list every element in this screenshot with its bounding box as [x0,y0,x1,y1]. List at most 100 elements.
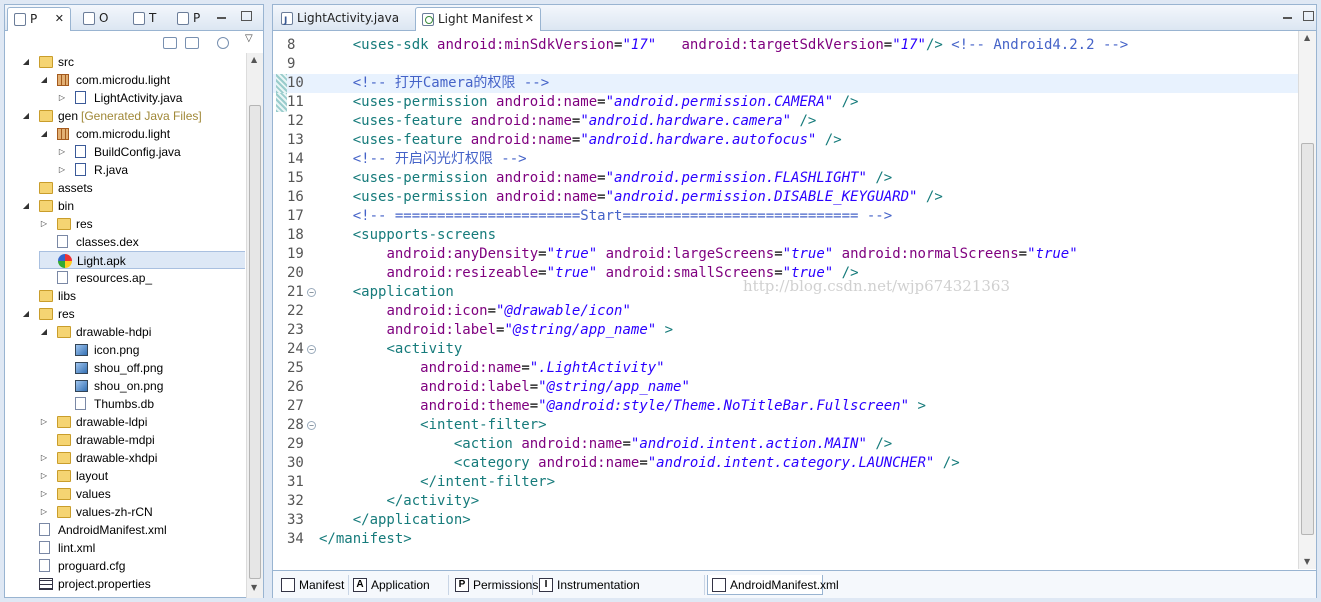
tree-item[interactable]: ▷ layout [39,467,245,485]
expanded-arrow-icon[interactable]: ◢ [21,53,31,71]
expanded-arrow-icon[interactable]: ◢ [39,71,49,89]
collapse-all-icon[interactable] [163,37,177,49]
expanded-arrow-icon[interactable]: ◢ [21,305,31,323]
tree-item[interactable]: ▷ BuildConfig.java [57,143,245,161]
code-line[interactable]: 15 <uses-permission android:name="androi… [273,169,1298,188]
collapsed-arrow-icon[interactable]: ▷ [39,413,49,431]
minimize-icon[interactable] [217,16,226,19]
tree-item[interactable]: Light.apk [39,251,245,269]
tab-package-explorer[interactable]: P ✕ [7,7,71,31]
code-line[interactable]: 33 </application> [273,511,1298,530]
tab-outline[interactable]: O [77,7,119,31]
code-line[interactable]: 24− <activity [273,340,1298,359]
code-line[interactable]: 12 <uses-feature android:name="android.h… [273,112,1298,131]
expanded-arrow-icon[interactable]: ◢ [39,323,49,341]
tab-type-hierarchy[interactable]: T [127,7,169,31]
tree-item[interactable]: libs [21,287,241,305]
tree-item[interactable]: ▷ res [39,215,245,233]
code-line[interactable]: 28− <intent-filter> [273,416,1298,435]
code-line[interactable]: 31 </intent-filter> [273,473,1298,492]
code-line[interactable]: 17 <!-- ======================Start=====… [273,207,1298,226]
code-line[interactable]: 23 android:label="@string/app_name" > [273,321,1298,340]
collapsed-arrow-icon[interactable]: ▷ [57,143,67,161]
tree-item[interactable]: icon.png [57,341,245,359]
tree-item[interactable]: ◢ com.microdu.light [39,71,245,89]
scroll-down-icon[interactable]: ▼ [251,583,257,592]
tree-item[interactable]: proguard.cfg [21,557,241,575]
code-line[interactable]: 18 <supports-screens [273,226,1298,245]
focus-icon[interactable] [217,37,229,49]
tree-item[interactable]: ▷ drawable-xhdpi [39,449,245,467]
minimize-icon[interactable] [1283,16,1292,19]
tree-item[interactable]: ◢ bin [21,197,241,215]
tab-lightactivity-java[interactable]: LightActivity.java [275,7,413,32]
tree-item[interactable]: AndroidManifest.xml [21,521,241,539]
code-line[interactable]: 19 android:anyDensity="true" android:lar… [273,245,1298,264]
tree-item[interactable]: ◢ com.microdu.light [39,125,245,143]
fold-toggle-icon[interactable]: − [307,421,316,430]
tree-item[interactable]: shou_on.png [57,377,245,395]
maximize-icon[interactable] [241,11,252,21]
collapsed-arrow-icon[interactable]: ▷ [39,467,49,485]
tab-permissions[interactable]: P Permissions [451,575,538,595]
expanded-arrow-icon[interactable]: ◢ [21,197,31,215]
scroll-up-icon[interactable]: ▲ [251,55,257,64]
scroll-up-icon[interactable]: ▲ [1304,33,1310,42]
fold-toggle-icon[interactable]: − [307,345,316,354]
tree-item[interactable]: classes.dex [39,233,245,251]
collapsed-arrow-icon[interactable]: ▷ [39,215,49,233]
tree-item[interactable]: ▷ values-zh-rCN [39,503,245,521]
code-line[interactable]: 34 </manifest> [273,530,1298,549]
code-line[interactable]: 10 <!-- 打开Camera的权限 --> [273,74,1298,93]
link-with-editor-icon[interactable] [185,37,199,49]
tree-item[interactable]: ▷ drawable-ldpi [39,413,245,431]
collapsed-arrow-icon[interactable]: ▷ [39,449,49,467]
code-line[interactable]: 14 <!-- 开启闪光灯权限 --> [273,150,1298,169]
code-line[interactable]: 26 android:label="@string/app_name" [273,378,1298,397]
tree-item[interactable]: shou_off.png [57,359,245,377]
tab-androidmanifest-xml[interactable]: AndroidManifest.xml [707,575,839,595]
xml-source-editor[interactable]: 8 <uses-sdk android:minSdkVersion="17" a… [273,31,1298,569]
code-line[interactable]: 13 <uses-feature android:name="android.h… [273,131,1298,150]
code-line[interactable]: 22 android:icon="@drawable/icon" [273,302,1298,321]
close-icon[interactable]: ✕ [525,8,534,30]
collapsed-arrow-icon[interactable]: ▷ [57,89,67,107]
expanded-arrow-icon[interactable]: ◢ [21,107,31,125]
tab-manifest[interactable]: Manifest [277,575,349,595]
code-line[interactable]: 8 <uses-sdk android:minSdkVersion="17" a… [273,36,1298,55]
tree-item[interactable]: Thumbs.db [57,395,245,413]
tree-item[interactable]: resources.ap_ [39,269,245,287]
tab-light-manifest[interactable]: Light Manifest ✕ [415,7,541,31]
tree-item[interactable]: ◢ src [21,53,241,71]
collapsed-arrow-icon[interactable]: ▷ [39,485,49,503]
tree-item[interactable]: project.properties [21,575,241,593]
scroll-down-icon[interactable]: ▼ [1304,557,1310,566]
editor-scrollbar[interactable]: ▲ ▼ [1298,31,1316,569]
tab-project-explorer[interactable]: P [171,7,213,31]
tree-item[interactable]: ▷ values [39,485,245,503]
code-line[interactable]: 32 </activity> [273,492,1298,511]
tree-item[interactable]: lint.xml [21,539,241,557]
tree-scrollbar[interactable]: ▲ ▼ [246,53,263,598]
scrollbar-thumb[interactable] [249,105,261,579]
close-icon[interactable]: ✕ [55,8,64,30]
maximize-icon[interactable] [1303,11,1314,21]
code-line[interactable]: 9 [273,55,1298,74]
fold-toggle-icon[interactable]: − [307,288,316,297]
tree-item[interactable]: ▷ R.java [57,161,245,179]
scrollbar-thumb[interactable] [1301,143,1314,535]
tab-instrumentation[interactable]: I Instrumentation [535,575,705,595]
collapsed-arrow-icon[interactable]: ▷ [57,161,67,179]
code-line[interactable]: 30 <category android:name="android.inten… [273,454,1298,473]
code-line[interactable]: 25 android:name=".LightActivity" [273,359,1298,378]
collapsed-arrow-icon[interactable]: ▷ [39,503,49,521]
tree-item[interactable]: drawable-mdpi [39,431,245,449]
tree-item[interactable]: assets [21,179,241,197]
tree-item[interactable]: ◢ res [21,305,241,323]
tree-item[interactable]: ◢ drawable-hdpi [39,323,245,341]
code-line[interactable]: 11 <uses-permission android:name="androi… [273,93,1298,112]
code-line[interactable]: 27 android:theme="@android:style/Theme.N… [273,397,1298,416]
expanded-arrow-icon[interactable]: ◢ [39,125,49,143]
tab-application[interactable]: A Application [349,575,449,595]
view-menu-icon[interactable]: ▽ [245,33,253,44]
